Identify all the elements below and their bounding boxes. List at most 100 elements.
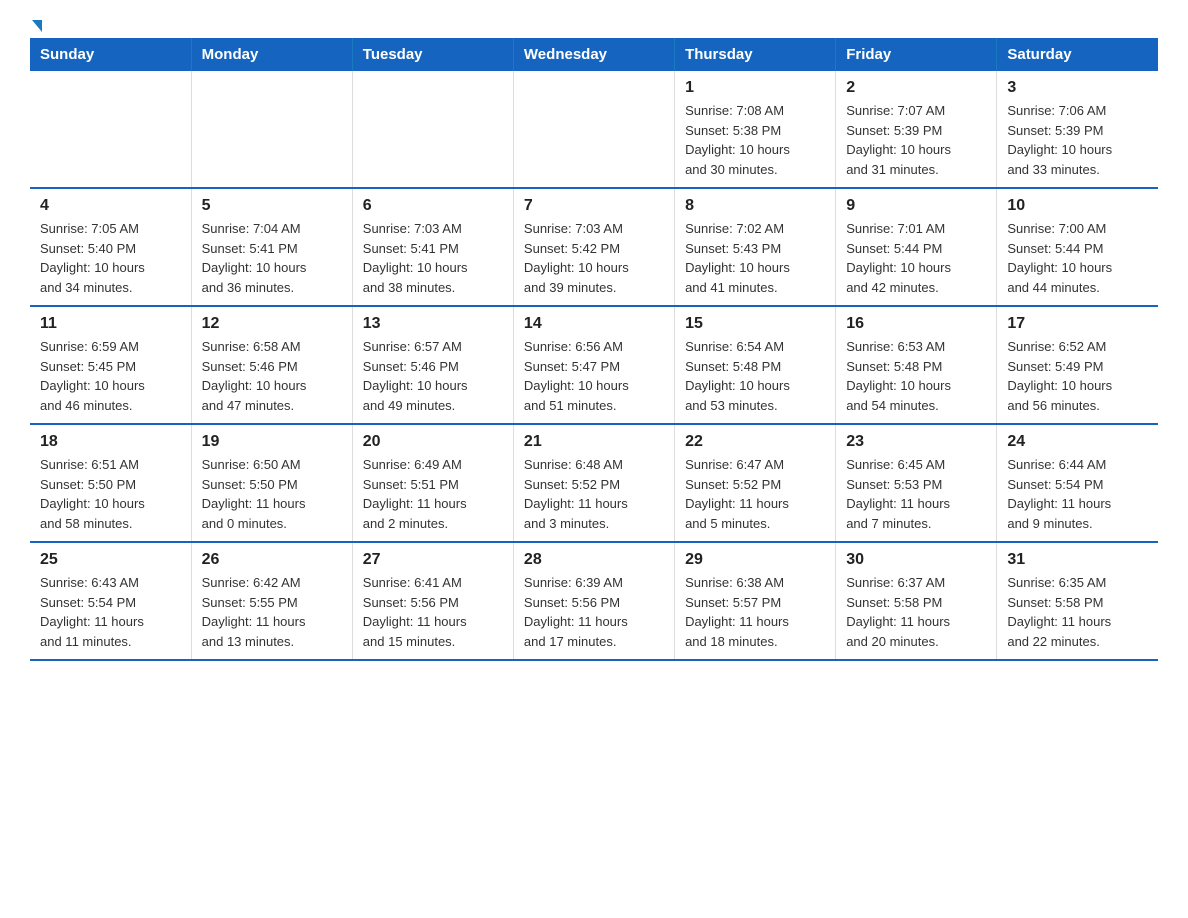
day-info: Sunrise: 6:39 AMSunset: 5:56 PMDaylight:…	[524, 573, 664, 651]
day-number: 18	[40, 433, 181, 451]
day-number: 20	[363, 433, 503, 451]
day-info: Sunrise: 6:48 AMSunset: 5:52 PMDaylight:…	[524, 455, 664, 533]
calendar-cell: 16 Sunrise: 6:53 AMSunset: 5:48 PMDayligh…	[836, 306, 997, 424]
day-info: Sunrise: 6:53 AMSunset: 5:48 PMDaylight:…	[846, 337, 986, 415]
calendar-cell: 20 Sunrise: 6:49 AMSunset: 5:51 PMDayligh…	[352, 424, 513, 542]
day-number: 11	[40, 315, 181, 333]
calendar-cell: 17Sunrise: 6:52 AMSunset: 5:49 PMDayligh…	[997, 306, 1158, 424]
day-info: Sunrise: 6:35 AMSunset: 5:58 PMDaylight:…	[1007, 573, 1148, 651]
calendar-cell: 15Sunrise: 6:54 AMSunset: 5:48 PMDayligh…	[675, 306, 836, 424]
day-info: Sunrise: 7:02 AMSunset: 5:43 PMDaylight:…	[685, 219, 825, 297]
week-row-2: 4Sunrise: 7:05 AMSunset: 5:40 PMDaylight…	[30, 188, 1158, 306]
calendar-cell: 4Sunrise: 7:05 AMSunset: 5:40 PMDaylight…	[30, 188, 191, 306]
day-number: 30	[846, 551, 986, 569]
calendar-cell: 29 Sunrise: 6:38 AMSunset: 5:57 PMDayligh…	[675, 542, 836, 660]
day-number: 31	[1007, 551, 1148, 569]
day-number: 26	[202, 551, 342, 569]
day-number: 14	[524, 315, 664, 333]
calendar-cell	[191, 71, 352, 188]
day-info: Sunrise: 6:43 AMSunset: 5:54 PMDaylight:…	[40, 573, 181, 651]
calendar-cell: 19 Sunrise: 6:50 AMSunset: 5:50 PMDayligh…	[191, 424, 352, 542]
day-info: Sunrise: 6:51 AMSunset: 5:50 PMDaylight:…	[40, 455, 181, 533]
day-number: 4	[40, 197, 181, 215]
day-info: Sunrise: 7:04 AMSunset: 5:41 PMDaylight:…	[202, 219, 342, 297]
day-number: 5	[202, 197, 342, 215]
day-number: 28	[524, 551, 664, 569]
logo	[30, 20, 42, 28]
day-number: 13	[363, 315, 503, 333]
weekday-row: SundayMondayTuesdayWednesdayThursdayFrid…	[30, 38, 1158, 71]
day-info: Sunrise: 7:00 AMSunset: 5:44 PMDaylight:…	[1007, 219, 1148, 297]
day-number: 6	[363, 197, 503, 215]
day-number: 25	[40, 551, 181, 569]
calendar-cell: 6Sunrise: 7:03 AMSunset: 5:41 PMDaylight…	[352, 188, 513, 306]
calendar-body: 1Sunrise: 7:08 AMSunset: 5:38 PMDaylight…	[30, 71, 1158, 660]
day-info: Sunrise: 7:03 AMSunset: 5:42 PMDaylight:…	[524, 219, 664, 297]
calendar-cell: 5 Sunrise: 7:04 AMSunset: 5:41 PMDaylight…	[191, 188, 352, 306]
calendar-cell: 22 Sunrise: 6:47 AMSunset: 5:52 PMDayligh…	[675, 424, 836, 542]
day-info: Sunrise: 6:49 AMSunset: 5:51 PMDaylight:…	[363, 455, 503, 533]
calendar-cell: 12 Sunrise: 6:58 AMSunset: 5:46 PMDayligh…	[191, 306, 352, 424]
calendar-cell: 28 Sunrise: 6:39 AMSunset: 5:56 PMDayligh…	[513, 542, 674, 660]
day-number: 17	[1007, 315, 1148, 333]
calendar-cell: 7Sunrise: 7:03 AMSunset: 5:42 PMDaylight…	[513, 188, 674, 306]
week-row-4: 18 Sunrise: 6:51 AMSunset: 5:50 PMDayligh…	[30, 424, 1158, 542]
day-number: 8	[685, 197, 825, 215]
calendar-cell: 2 Sunrise: 7:07 AMSunset: 5:39 PMDaylight…	[836, 71, 997, 188]
page-header	[30, 20, 1158, 28]
calendar-cell: 23 Sunrise: 6:45 AMSunset: 5:53 PMDayligh…	[836, 424, 997, 542]
day-info: Sunrise: 7:01 AMSunset: 5:44 PMDaylight:…	[846, 219, 986, 297]
calendar-cell: 14 Sunrise: 6:56 AMSunset: 5:47 PMDayligh…	[513, 306, 674, 424]
calendar-cell: 21 Sunrise: 6:48 AMSunset: 5:52 PMDayligh…	[513, 424, 674, 542]
calendar-cell: 8 Sunrise: 7:02 AMSunset: 5:43 PMDaylight…	[675, 188, 836, 306]
calendar-cell: 30 Sunrise: 6:37 AMSunset: 5:58 PMDayligh…	[836, 542, 997, 660]
logo-arrow-icon	[32, 20, 42, 32]
day-number: 22	[685, 433, 825, 451]
day-info: Sunrise: 6:41 AMSunset: 5:56 PMDaylight:…	[363, 573, 503, 651]
day-number: 2	[846, 79, 986, 97]
calendar-cell: 27Sunrise: 6:41 AMSunset: 5:56 PMDayligh…	[352, 542, 513, 660]
day-info: Sunrise: 6:38 AMSunset: 5:57 PMDaylight:…	[685, 573, 825, 651]
weekday-header-monday: Monday	[191, 38, 352, 71]
weekday-header-tuesday: Tuesday	[352, 38, 513, 71]
weekday-header-friday: Friday	[836, 38, 997, 71]
day-number: 10	[1007, 197, 1148, 215]
day-info: Sunrise: 6:37 AMSunset: 5:58 PMDaylight:…	[846, 573, 986, 651]
day-number: 19	[202, 433, 342, 451]
calendar-cell: 18 Sunrise: 6:51 AMSunset: 5:50 PMDayligh…	[30, 424, 191, 542]
week-row-5: 25 Sunrise: 6:43 AMSunset: 5:54 PMDayligh…	[30, 542, 1158, 660]
day-number: 9	[846, 197, 986, 215]
day-number: 16	[846, 315, 986, 333]
calendar-cell: 11 Sunrise: 6:59 AMSunset: 5:45 PMDayligh…	[30, 306, 191, 424]
weekday-header-wednesday: Wednesday	[513, 38, 674, 71]
day-info: Sunrise: 6:59 AMSunset: 5:45 PMDaylight:…	[40, 337, 181, 415]
day-number: 24	[1007, 433, 1148, 451]
day-info: Sunrise: 6:45 AMSunset: 5:53 PMDaylight:…	[846, 455, 986, 533]
calendar-cell: 10 Sunrise: 7:00 AMSunset: 5:44 PMDayligh…	[997, 188, 1158, 306]
calendar-cell	[352, 71, 513, 188]
calendar-cell: 26 Sunrise: 6:42 AMSunset: 5:55 PMDayligh…	[191, 542, 352, 660]
week-row-3: 11 Sunrise: 6:59 AMSunset: 5:45 PMDayligh…	[30, 306, 1158, 424]
calendar-cell: 25 Sunrise: 6:43 AMSunset: 5:54 PMDayligh…	[30, 542, 191, 660]
day-info: Sunrise: 6:44 AMSunset: 5:54 PMDaylight:…	[1007, 455, 1148, 533]
calendar-table: SundayMondayTuesdayWednesdayThursdayFrid…	[30, 38, 1158, 661]
day-info: Sunrise: 6:58 AMSunset: 5:46 PMDaylight:…	[202, 337, 342, 415]
day-number: 3	[1007, 79, 1148, 97]
day-number: 12	[202, 315, 342, 333]
day-info: Sunrise: 6:57 AMSunset: 5:46 PMDaylight:…	[363, 337, 503, 415]
day-info: Sunrise: 6:47 AMSunset: 5:52 PMDaylight:…	[685, 455, 825, 533]
weekday-header-saturday: Saturday	[997, 38, 1158, 71]
day-info: Sunrise: 7:07 AMSunset: 5:39 PMDaylight:…	[846, 101, 986, 179]
day-number: 23	[846, 433, 986, 451]
day-number: 21	[524, 433, 664, 451]
week-row-1: 1Sunrise: 7:08 AMSunset: 5:38 PMDaylight…	[30, 71, 1158, 188]
day-info: Sunrise: 6:50 AMSunset: 5:50 PMDaylight:…	[202, 455, 342, 533]
weekday-header-sunday: Sunday	[30, 38, 191, 71]
day-info: Sunrise: 7:06 AMSunset: 5:39 PMDaylight:…	[1007, 101, 1148, 179]
day-info: Sunrise: 6:42 AMSunset: 5:55 PMDaylight:…	[202, 573, 342, 651]
calendar-cell	[30, 71, 191, 188]
day-number: 29	[685, 551, 825, 569]
calendar-cell: 24 Sunrise: 6:44 AMSunset: 5:54 PMDayligh…	[997, 424, 1158, 542]
calendar-cell: 3 Sunrise: 7:06 AMSunset: 5:39 PMDaylight…	[997, 71, 1158, 188]
day-info: Sunrise: 6:56 AMSunset: 5:47 PMDaylight:…	[524, 337, 664, 415]
